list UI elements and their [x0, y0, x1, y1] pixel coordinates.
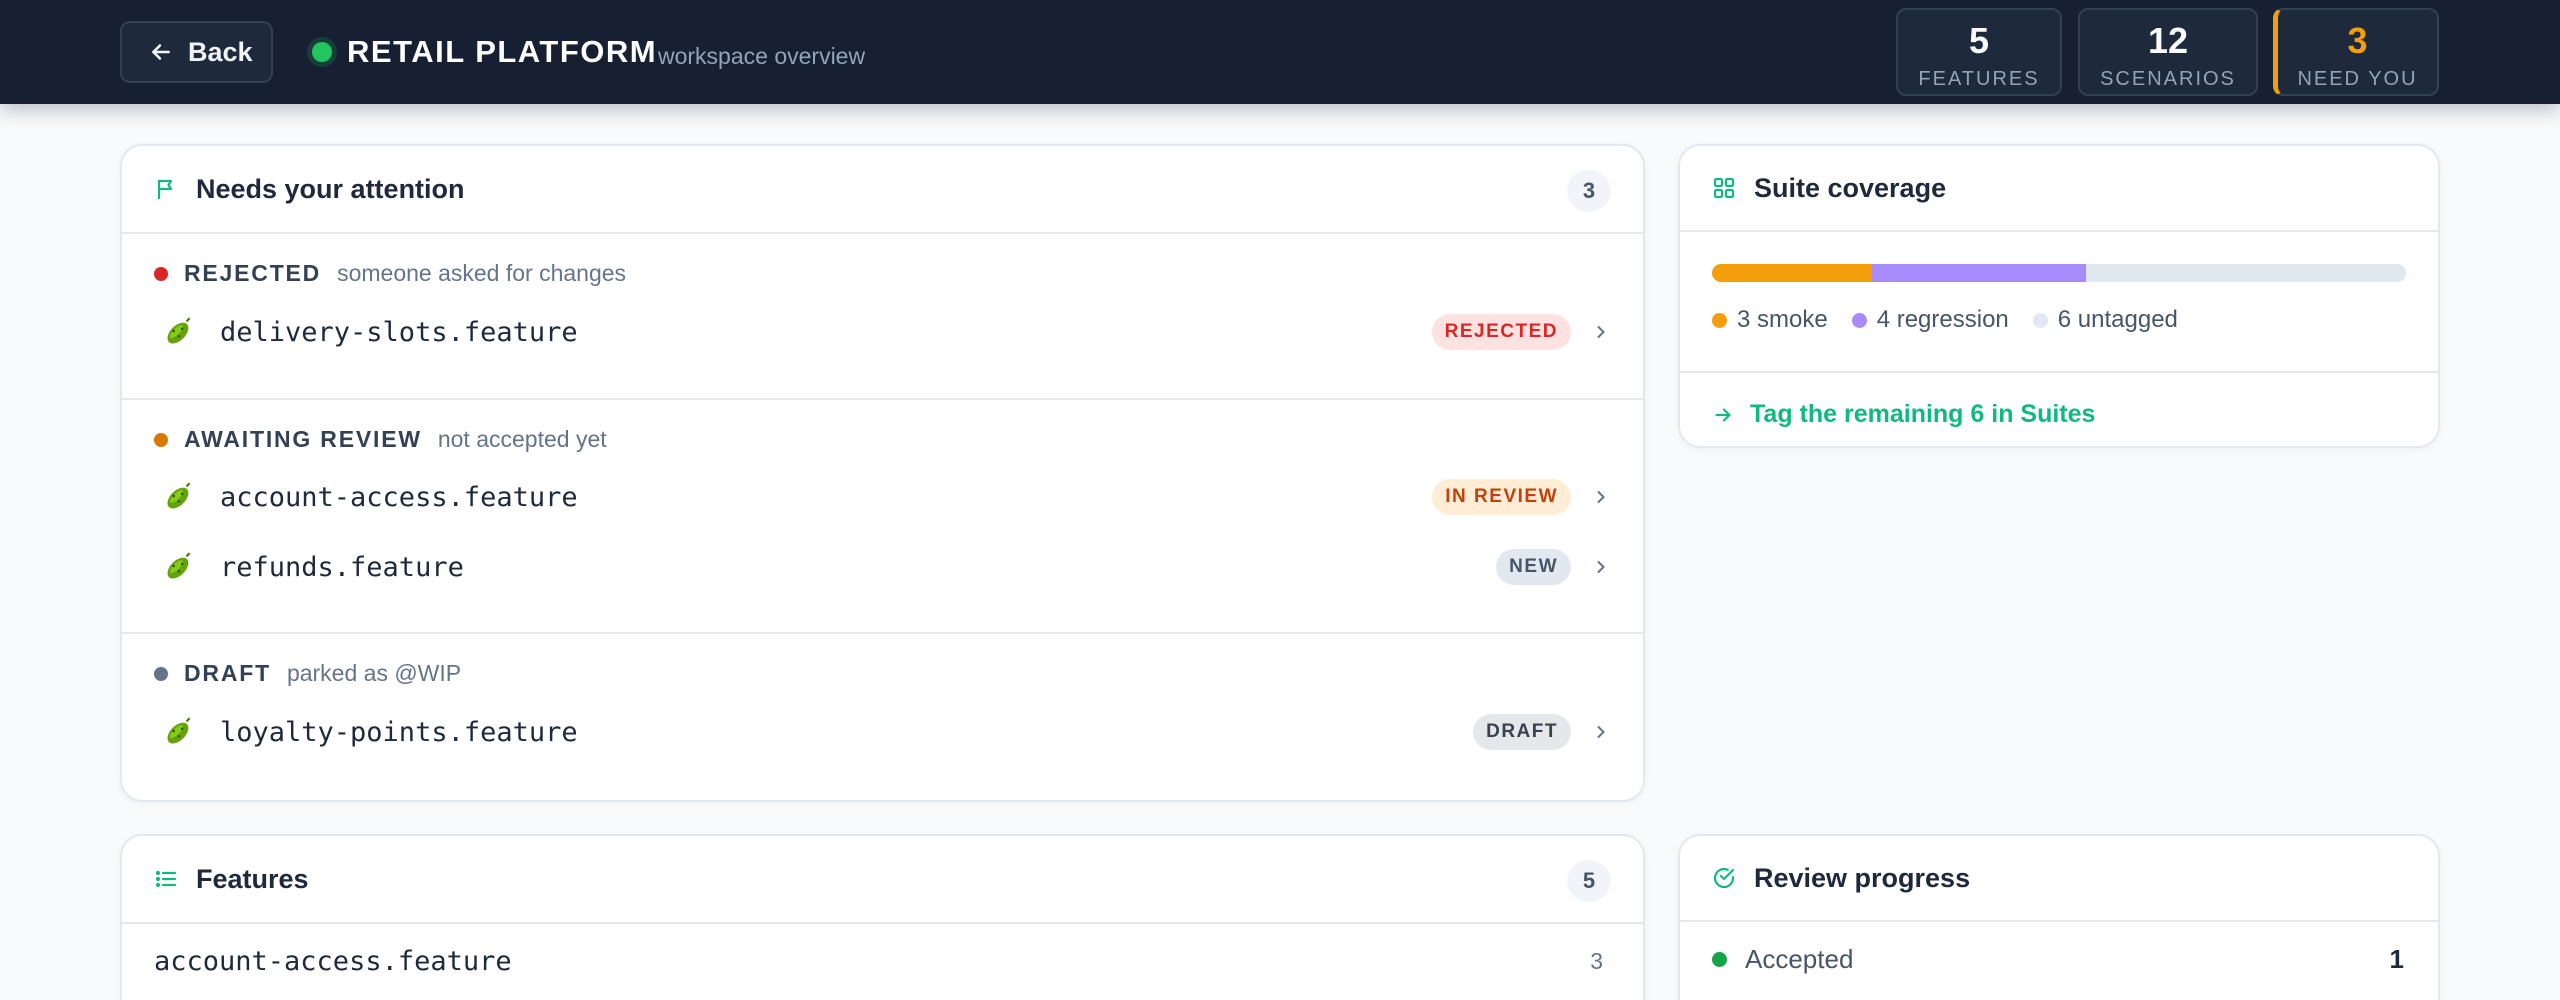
attention-card-header: Needs your attention 3: [122, 146, 1643, 234]
stat-label: NEED YOU: [2297, 68, 2418, 90]
flag-icon: [154, 177, 178, 201]
review-row-accepted: Accepted 1: [1712, 944, 2406, 975]
coverage-card-header: Suite coverage: [1680, 146, 2438, 232]
status-dot: [1712, 952, 1727, 967]
chevron-right-icon: [1591, 487, 1611, 507]
arrow-left-icon: [148, 39, 174, 65]
features-card: Features 5 account-access.feature 3: [120, 834, 1645, 1000]
group-awaiting-review: AWAITING REVIEW not accepted yet account…: [122, 400, 1643, 634]
stat-label: FEATURES: [1918, 68, 2040, 90]
coverage-legend: 3 smoke 4 regression 6 untagged: [1712, 306, 2178, 334]
stat-scenarios: 12 SCENARIOS: [2078, 8, 2258, 96]
legend-label: 4 regression: [1876, 306, 2009, 333]
list-item[interactable]: refunds.feature NEW: [154, 539, 1611, 595]
attention-count: 3: [1567, 170, 1611, 212]
list-item[interactable]: account-access.feature IN REVIEW: [154, 469, 1611, 525]
chevron-right-icon: [1591, 322, 1611, 342]
feature-file-name: delivery-slots.feature: [220, 316, 578, 348]
status-badge: IN REVIEW: [1432, 479, 1571, 515]
review-row-value: 1: [2389, 944, 2404, 974]
page-title: RETAIL PLATFORM: [347, 34, 658, 69]
status-indicator: [312, 42, 332, 62]
cucumber-icon: [167, 482, 191, 509]
check-circle-icon: [1712, 866, 1736, 890]
divider: [1680, 371, 2438, 373]
coverage-segment-regression: [1872, 264, 2086, 282]
list-item[interactable]: account-access.feature 3: [154, 946, 1611, 977]
status-dot: [154, 666, 168, 681]
coverage-bar: [1712, 264, 2406, 282]
legend-item-untagged: 6 untagged: [2032, 306, 2178, 334]
review-row-label: Accepted: [1745, 944, 1854, 974]
scenario-count: 3: [1590, 948, 1603, 974]
feature-file-name: account-access.feature: [220, 481, 578, 513]
group-header: REJECTED someone asked for changes: [154, 260, 626, 287]
stat-need-you[interactable]: 3 NEED YOU: [2273, 8, 2439, 96]
legend-item-smoke: 3 smoke: [1712, 306, 1828, 334]
legend-swatch: [1712, 312, 1727, 328]
chevron-right-icon: [1591, 557, 1611, 577]
stat-value: 12: [2147, 20, 2189, 61]
page-subtitle: workspace overview: [658, 43, 866, 69]
coverage-card: Suite coverage 3 smoke 4 regression 6 un…: [1678, 144, 2440, 448]
group-label: REJECTED: [184, 260, 322, 286]
legend-label: 6 untagged: [2057, 306, 2178, 333]
top-bar: Back RETAIL PLATFORM workspace overview …: [0, 0, 2560, 104]
cucumber-icon: [167, 552, 191, 579]
features-title: Features: [196, 863, 309, 894]
group-draft: DRAFT parked as @WIP loyalty-points.feat…: [122, 634, 1643, 800]
arrow-right-icon: [1712, 404, 1750, 426]
stat-value: 3: [2347, 20, 2368, 61]
status-dot: [154, 432, 168, 447]
back-button[interactable]: Back: [120, 21, 273, 83]
feature-file-name: account-access.feature: [154, 946, 512, 977]
legend-label: 3 smoke: [1737, 306, 1828, 333]
stat-label: SCENARIOS: [2100, 68, 2236, 90]
legend-item-regression: 4 regression: [1851, 306, 2009, 334]
coverage-segment-untagged: [2085, 264, 2406, 282]
group-label: DRAFT: [184, 660, 271, 686]
group-note: parked as @WIP: [286, 660, 462, 686]
group-note: someone asked for changes: [337, 260, 627, 286]
chevron-right-icon: [1591, 722, 1611, 742]
feature-file-name: refunds.feature: [220, 551, 464, 583]
features-count: 5: [1567, 860, 1611, 902]
coverage-segment-smoke: [1712, 264, 1873, 282]
feature-file-name: loyalty-points.feature: [220, 716, 578, 748]
stat-features: 5 FEATURES: [1896, 8, 2062, 96]
legend-swatch: [1851, 312, 1867, 328]
group-rejected: REJECTED someone asked for changes deliv…: [122, 234, 1643, 400]
coverage-title: Suite coverage: [1754, 172, 1947, 203]
list-item[interactable]: loyalty-points.feature DRAFT: [154, 704, 1611, 760]
attention-title: Needs your attention: [196, 173, 465, 204]
legend-swatch: [2032, 312, 2048, 328]
group-header: AWAITING REVIEW not accepted yet: [154, 426, 607, 453]
list-icon: [154, 867, 178, 891]
review-progress-card: Review progress Accepted 1: [1678, 834, 2440, 1000]
group-note: not accepted yet: [437, 426, 607, 452]
cucumber-icon: [167, 317, 191, 344]
grid-icon: [1712, 176, 1736, 200]
review-title: Review progress: [1754, 862, 1971, 893]
status-badge: NEW: [1496, 549, 1571, 585]
features-card-header: Features 5: [122, 836, 1643, 924]
stat-value: 5: [1968, 20, 1990, 61]
status-badge: REJECTED: [1431, 314, 1571, 350]
group-header: DRAFT parked as @WIP: [154, 660, 461, 687]
list-item[interactable]: delivery-slots.feature REJECTED: [154, 304, 1611, 360]
status-badge: DRAFT: [1473, 714, 1571, 750]
tag-remaining-link[interactable]: Tag the remaining 6 in Suites: [1712, 400, 2095, 429]
group-label: AWAITING REVIEW: [184, 426, 422, 452]
review-card-header: Review progress: [1680, 836, 2438, 922]
cucumber-icon: [167, 717, 191, 744]
tag-remaining-label: Tag the remaining 6 in Suites: [1750, 400, 2096, 428]
back-button-label: Back: [188, 36, 253, 67]
status-dot: [154, 266, 168, 281]
attention-card: Needs your attention 3 REJECTED someone …: [120, 144, 1645, 802]
